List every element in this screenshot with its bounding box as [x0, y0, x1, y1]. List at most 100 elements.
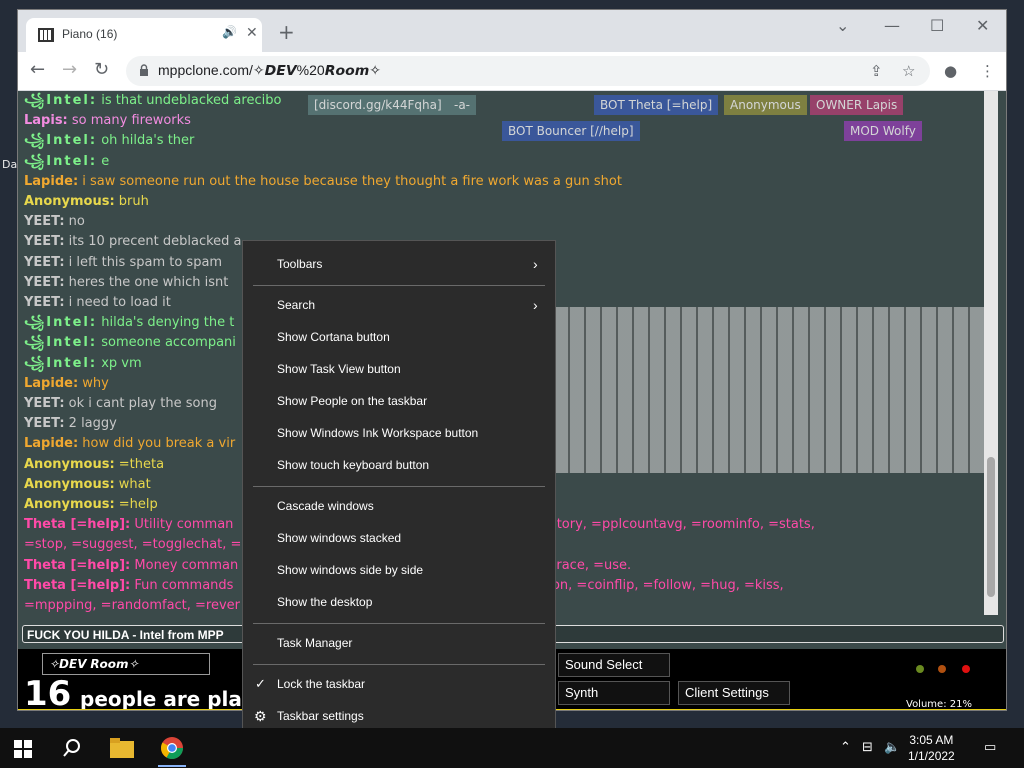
menu-label: Cascade windows [277, 499, 374, 513]
system-clock[interactable]: 3:05 AM 1/1/2022 [908, 732, 955, 764]
chat-text: 2 laggy [64, 416, 117, 432]
chat-message: Lapide: i saw someone run out the house … [24, 172, 984, 192]
chat-text: someone accompani [97, 335, 236, 351]
chevron-up-icon[interactable]: ⌃ [840, 740, 851, 755]
volume-muted-icon[interactable]: 🔈 [884, 740, 900, 755]
chat-author: Theta [=help]: [24, 557, 131, 573]
taskbar-context-menu: Toolbars › Search › Show Cortana button Sh… [242, 240, 556, 742]
menu-item-toolbars[interactable]: Toolbars › [243, 249, 555, 279]
menu-item-task-view[interactable]: Show Task View button [243, 354, 555, 384]
tab-title: Piano (16) [62, 27, 118, 41]
menu-label: Taskbar settings [277, 709, 364, 723]
file-explorer-icon[interactable] [110, 738, 134, 758]
taskbar: ⌃ ⊟ 🔈 3:05 AM 1/1/2022 ▭ [0, 728, 1024, 768]
chat-author: ꧁Intel: [24, 335, 98, 351]
chat-author: ꧁Intel: [24, 153, 98, 169]
new-tab-button[interactable]: + [278, 22, 295, 42]
sound-select-button[interactable]: Sound Select [558, 653, 670, 677]
synth-button[interactable]: Synth [558, 681, 670, 705]
menu-item-show-desktop[interactable]: Show the desktop [243, 587, 555, 617]
desktop-icon-label[interactable]: Da [2, 158, 17, 171]
chevron-right-icon: › [533, 256, 538, 272]
notifications-icon[interactable]: ▭ [984, 740, 996, 755]
minimize-button[interactable]: — [884, 16, 900, 35]
reload-icon[interactable]: ↻ [94, 61, 109, 79]
menu-item-side-by-side[interactable]: Show windows side by side [243, 555, 555, 585]
chat-message: ꧁Intel: oh hilda's ther [24, 131, 984, 151]
chat-scrollbar[interactable] [984, 91, 998, 615]
menu-separator [253, 285, 545, 286]
menu-item-stacked[interactable]: Show windows stacked [243, 523, 555, 553]
forward-arrow-icon[interactable]: → [62, 61, 77, 79]
menu-label: Show Task View button [277, 362, 401, 376]
maximize-button[interactable]: ☐ [930, 16, 944, 35]
profile-icon[interactable]: ● [944, 62, 957, 80]
chat-author: Lapide: [24, 375, 79, 391]
network-icon[interactable]: ⊟ [862, 740, 873, 755]
chat-author: ꧁Intel: [24, 355, 98, 371]
menu-item-cascade[interactable]: Cascade windows [243, 491, 555, 521]
chat-text: =theta [114, 456, 165, 472]
active-app-indicator [158, 765, 186, 767]
chat-text: i need to load it [64, 295, 171, 311]
chat-message: ꧁Intel: e [24, 152, 984, 172]
chat-text: is that undeblacked arecibo [97, 93, 282, 108]
chat-text: hilda's denying the t [97, 315, 235, 331]
tab-close-icon[interactable]: ✕ [246, 25, 258, 41]
chat-text: e [97, 153, 110, 169]
menu-label: Show People on the taskbar [277, 394, 428, 408]
menu-item-ink-workspace[interactable]: Show Windows Ink Workspace button [243, 418, 555, 448]
chrome-icon[interactable] [160, 736, 184, 760]
menu-item-taskbar-settings[interactable]: ⚙ Taskbar settings [243, 701, 555, 731]
menu-separator [253, 664, 545, 665]
tab-piano[interactable]: Piano (16) 🔊 ✕ [26, 18, 262, 52]
windows-start-icon[interactable] [14, 740, 32, 758]
chat-text: bruh [114, 194, 149, 210]
menu-item-search[interactable]: Search › [243, 290, 555, 320]
client-settings-button[interactable]: Client Settings [678, 681, 790, 705]
menu-label: Lock the taskbar [277, 677, 366, 691]
chat-text: why [78, 375, 109, 391]
chat-message: Anonymous: bruh [24, 192, 984, 212]
chat-text: =mppping, =randomfact, =rever [24, 598, 241, 614]
search-icon[interactable] [62, 738, 82, 758]
menu-item-task-manager[interactable]: Task Manager [243, 628, 555, 658]
address-bar[interactable]: mppclone.com/✧𝘿𝙀𝙑%20𝙍𝙤𝙤𝙢✧ ⇪ ☆ [126, 56, 930, 86]
speaker-icon[interactable]: 🔊 [222, 25, 237, 39]
menu-label: Search [277, 298, 316, 312]
people-count: 16 [24, 674, 72, 710]
chat-text: how did you break a vir [78, 436, 236, 452]
bookmark-star-icon[interactable]: ☆ [902, 62, 915, 80]
chat-text: =stop, =suggest, =togglechat, = [24, 537, 242, 553]
chat-text: =help [114, 497, 158, 513]
tab-search-icon[interactable]: ⌄ [836, 16, 849, 35]
close-window-button[interactable]: ✕ [976, 16, 989, 35]
menu-item-people[interactable]: Show People on the taskbar [243, 386, 555, 416]
menu-item-cortana[interactable]: Show Cortana button [243, 322, 555, 352]
menu-label: Show Windows Ink Workspace button [277, 426, 479, 440]
menu-dots-icon[interactable]: ⋮ [980, 62, 995, 80]
clock-date: 1/1/2022 [908, 749, 955, 763]
chat-text: xp vm [97, 355, 142, 371]
chat-text: no [64, 214, 85, 230]
chat-text: i saw someone run out the house because … [78, 173, 622, 189]
chat-text: its 10 precent deblacked a [64, 234, 242, 250]
menu-label: Show windows stacked [277, 531, 402, 545]
orange-indicator [938, 665, 946, 673]
menu-separator [253, 486, 545, 487]
chat-author: Anonymous: [24, 476, 115, 492]
chat-author: Anonymous: [24, 497, 115, 513]
chat-author: ꧁Intel: [24, 93, 98, 108]
back-arrow-icon[interactable]: ← [30, 61, 45, 79]
chat-author: Lapis: [24, 113, 68, 129]
menu-item-lock-taskbar[interactable]: ✓ Lock the taskbar [243, 669, 555, 699]
green-indicator [916, 665, 924, 673]
chat-author: YEET: [24, 234, 65, 250]
menu-label: Toolbars [277, 257, 323, 271]
share-icon[interactable]: ⇪ [870, 62, 883, 80]
scrollbar-thumb[interactable] [987, 457, 995, 597]
room-selector[interactable]: ✧𝘿𝙀𝙑 𝙍𝙤𝙤𝙢✧ [42, 653, 210, 675]
menu-label: Show touch keyboard button [277, 458, 430, 472]
menu-item-touch-keyboard[interactable]: Show touch keyboard button [243, 450, 555, 480]
chat-author: YEET: [24, 274, 65, 290]
